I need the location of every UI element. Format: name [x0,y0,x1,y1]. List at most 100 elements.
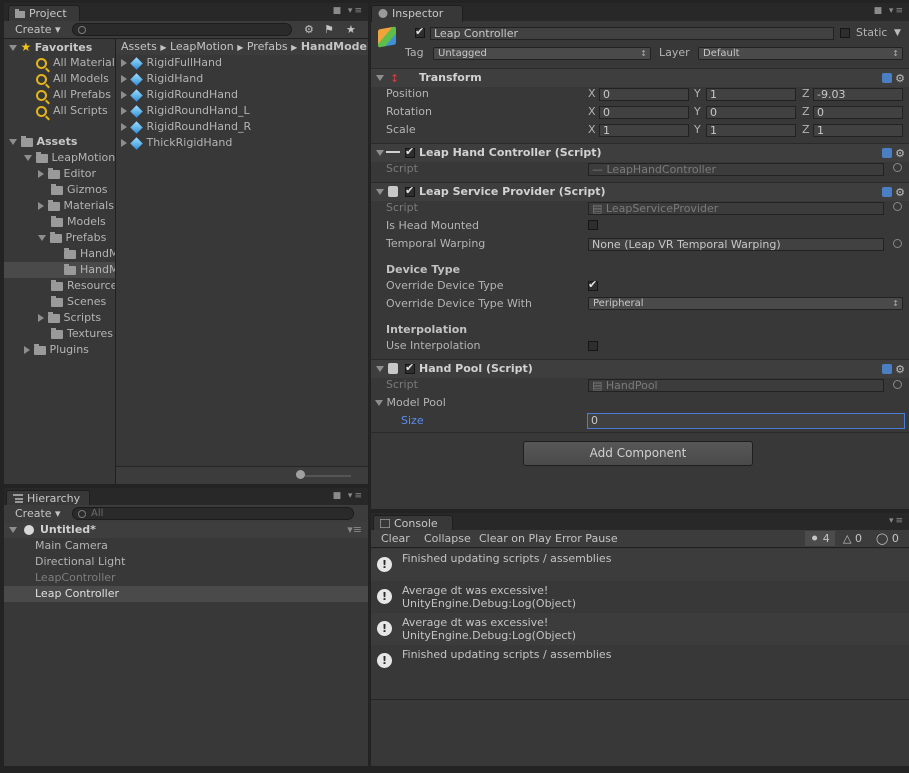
file-item[interactable]: RigidHand [121,71,203,87]
search-input[interactable]: All [72,507,354,520]
file-item[interactable]: RigidRoundHand_R [121,119,251,135]
gear-icon[interactable]: ⚙ [895,186,905,199]
static-dropdown-icon[interactable]: ▼ [894,28,901,38]
object-picker-icon[interactable] [893,380,902,389]
scene-menu-icon[interactable]: ▾≡ [347,522,362,538]
add-component-button[interactable]: Add Component [523,441,753,466]
hierarchy-item-inactive[interactable]: LeapController [35,570,116,586]
tree-folder-prefabs[interactable]: Prefabs [38,230,106,246]
clear-button[interactable]: Clear [376,531,415,546]
override-device-type-dropdown[interactable]: Peripheral [588,297,903,310]
tree-folder-scripts[interactable]: Scripts [38,310,101,326]
override-device-type-checkbox[interactable] [588,278,598,291]
rotation-z-field[interactable]: 0 [813,106,903,119]
is-head-mounted-checkbox[interactable] [588,220,598,230]
scene-header[interactable]: Untitled* ▾≡ [4,522,368,538]
model-pool-foldout[interactable]: Model Pool [375,396,446,409]
tree-folder-plugins[interactable]: Plugins [24,342,89,358]
tree-folder-editor[interactable]: Editor [38,166,96,182]
size-field[interactable]: 0 [587,413,905,429]
tag-dropdown[interactable]: Untagged [433,47,651,60]
slider-thumb[interactable] [296,470,305,479]
panel-menu-icon[interactable]: ▾≡ [889,516,905,526]
favorite-item[interactable]: All Scripts [36,103,108,119]
rotation-y-field[interactable]: 0 [706,106,796,119]
active-checkbox[interactable] [415,25,425,38]
create-button[interactable]: Create ▾ [10,22,66,37]
scale-y-field[interactable]: 1 [706,124,796,137]
favorite-star-icon[interactable]: ★ [341,22,361,37]
service-provider-header[interactable]: Leap Service Provider (Script) ⚙ [371,182,909,201]
hand-pool-header[interactable]: Hand Pool (Script) ⚙ [371,359,909,378]
temporal-warping-field[interactable]: None (Leap VR Temporal Warping) [588,238,884,251]
help-book-icon[interactable] [882,73,893,83]
search-by-type-icon[interactable]: ⚙ [299,22,319,37]
favorite-item[interactable]: All Prefabs [36,87,111,103]
position-y-field[interactable]: 1 [706,88,796,101]
breadcrumb-item[interactable]: Assets [121,40,157,53]
static-checkbox[interactable] [840,28,850,38]
collapse-button[interactable]: Collapse [419,531,476,546]
object-picker-icon[interactable] [893,239,902,248]
component-enabled-checkbox[interactable] [405,184,415,197]
search-by-label-icon[interactable]: ⚑ [319,22,339,37]
file-item[interactable]: RigidRoundHand_L [121,103,250,119]
favorite-item[interactable]: All Materials [36,55,115,71]
clear-on-play-button[interactable]: Clear on Play [474,531,556,546]
tree-folder-materials[interactable]: Materials [38,198,114,214]
help-book-icon[interactable] [882,148,893,158]
object-picker-icon[interactable] [893,202,902,211]
warning-count-toggle[interactable]: △ 0 [838,531,867,546]
file-item[interactable]: ThickRigidHand [121,135,232,151]
console-detail-divider[interactable] [371,699,909,700]
tree-folder-resources[interactable]: Resources [51,278,115,294]
panel-menu-icon[interactable]: ■ ▾≡ [333,6,364,16]
tree-folder-textures[interactable]: Textures [51,326,113,342]
hierarchy-item[interactable]: Directional Light [35,554,125,570]
tab-project[interactable]: Project [8,5,80,22]
tree-folder-handmodels[interactable]: HandModels [64,246,115,262]
transform-header[interactable]: ↕ Transform ⚙ [371,68,909,87]
tree-folder-models[interactable]: Models [51,214,106,230]
file-item[interactable]: RigidFullHand [121,55,222,71]
object-name-field[interactable]: Leap Controller [430,27,834,40]
breadcrumb-item[interactable]: HandModels [301,40,368,53]
position-z-field[interactable]: -9.03 [813,88,903,101]
help-book-icon[interactable] [882,364,893,374]
assets-header[interactable]: Assets [9,134,77,150]
panel-menu-icon[interactable]: ■ ▾≡ [874,6,905,16]
object-picker-icon[interactable] [893,163,902,172]
help-book-icon[interactable] [882,187,893,197]
tree-divider[interactable] [115,39,116,484]
console-message[interactable]: ! Finished updating scripts / assemblies [371,549,909,581]
gear-icon[interactable]: ⚙ [895,147,905,160]
scale-x-field[interactable]: 1 [599,124,689,137]
file-item[interactable]: RigidRoundHand [121,87,238,103]
panel-menu-icon[interactable]: ■ ▾≡ [333,491,364,501]
favorites-header[interactable]: ★ Favorites [9,39,92,55]
hand-controller-header[interactable]: Leap Hand Controller (Script) ⚙ [371,143,909,162]
hierarchy-item-selected[interactable]: Leap Controller [4,586,368,602]
tree-folder-leapmotion[interactable]: LeapMotion [24,150,115,166]
breadcrumb-item[interactable]: LeapMotion [170,40,234,53]
component-enabled-checkbox[interactable] [405,361,415,374]
info-count-toggle[interactable]: ⚫ 4 [805,531,835,546]
tree-folder-scenes[interactable]: Scenes [51,294,106,310]
console-message[interactable]: ! Average dt was excessive! UnityEngine.D… [371,613,909,645]
tab-inspector[interactable]: Inspector [371,5,463,22]
console-message[interactable]: ! Finished updating scripts / assemblies [371,645,909,677]
layer-dropdown[interactable]: Default [698,47,903,60]
use-interpolation-checkbox[interactable] [588,341,598,351]
error-count-toggle[interactable]: ◯ 0 [871,531,904,546]
create-button[interactable]: Create ▾ [10,506,66,521]
breadcrumb-item[interactable]: Prefabs [247,40,288,53]
search-input[interactable] [72,23,292,36]
tree-folder-gizmos[interactable]: Gizmos [51,182,108,198]
rotation-x-field[interactable]: 0 [599,106,689,119]
gear-icon[interactable]: ⚙ [895,363,905,376]
hierarchy-item[interactable]: Main Camera [35,538,108,554]
console-message[interactable]: ! Average dt was excessive! UnityEngine.D… [371,581,909,613]
gear-icon[interactable]: ⚙ [895,72,905,85]
position-x-field[interactable]: 0 [599,88,689,101]
tree-folder-handmodels-selected[interactable]: HandModelsNonHuman [4,262,115,278]
